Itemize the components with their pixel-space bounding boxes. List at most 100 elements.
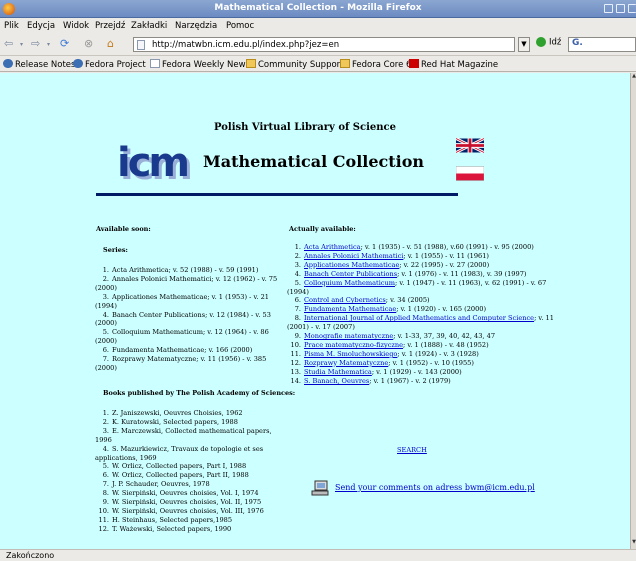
menu-narzedzia[interactable]: Narzędzia — [175, 21, 217, 31]
list-item: 3. Applicationes Mathematicae; v. 1 (1953… — [95, 293, 285, 311]
volume-range: ; v. 22 (1995) - v. 27 (2000) — [399, 260, 490, 269]
list-item: 1. Acta Arithmetica; v. 1 (1935) - v. 51 … — [287, 243, 567, 252]
journal-link[interactable]: Prace matematyczno-fizyczne — [304, 341, 403, 349]
menu-plik[interactable]: Plik — [4, 21, 19, 31]
journal-link[interactable]: International Journal of Applied Mathema… — [304, 314, 534, 322]
bookmark-red-hat-magazine[interactable]: Red Hat Magazine — [409, 59, 498, 70]
search-link[interactable]: SEARCH — [397, 446, 427, 454]
available-list: 1. Acta Arithmetica; v. 1 (1935) - v. 51 … — [287, 243, 567, 386]
journal-link[interactable]: Acta Arithmetica — [304, 243, 361, 251]
item-number: 12. — [98, 524, 110, 533]
item-number: 9. — [102, 498, 109, 507]
polish-flag-icon[interactable] — [456, 166, 484, 181]
list-item: 1. Acta Arithmetica; v. 52 (1988) - v. 59… — [95, 266, 285, 275]
volume-range: ; v. 1 (1924) - v. 3 (1928) — [397, 349, 479, 358]
vertical-scrollbar[interactable]: ▲ ▼ — [630, 73, 636, 549]
item-number: 11. — [290, 349, 302, 358]
journal-link[interactable]: Fundamenta Mathematicae — [304, 305, 396, 313]
list-item: 2. K. Kuratowski, Selected papers, 1988 — [95, 418, 285, 427]
back-button-icon[interactable]: ⇦ — [4, 37, 13, 51]
item-text: Fundamenta Mathematicae; v. 166 (2000) — [112, 346, 253, 355]
item-number: 1. — [294, 243, 301, 251]
forward-button-icon[interactable]: ⇨ — [31, 37, 40, 51]
journal-link[interactable]: Monografie matematyczne — [304, 332, 393, 340]
bookmark-fedora-project[interactable]: Fedora Project — [73, 59, 146, 70]
minimize-button[interactable] — [604, 4, 613, 13]
list-item: 1. Z. Janiszewski, Oeuvres Choisies, 1962 — [95, 409, 285, 418]
stop-icon[interactable]: ⊗ — [84, 37, 93, 51]
search-input[interactable]: G. — [568, 37, 636, 52]
list-item: 13. Studia Mathematica; v. 1 (1929) - v. … — [287, 368, 567, 377]
item-text: W. Sierpiński, Oeuvres choisies, Vol. II… — [112, 506, 264, 515]
fedora-icon — [3, 59, 13, 68]
item-text: E. Marczewski, Collected mathematical pa… — [95, 426, 272, 444]
volume-range: ; v. 1 (1967) - v. 2 (1979) — [369, 376, 451, 385]
list-item: 12. T. Ważewski, Selected papers, 1990 — [95, 525, 285, 534]
page-icon — [137, 40, 145, 50]
journal-link[interactable]: S. Banach, Oeuvres — [304, 377, 369, 385]
address-bar[interactable]: http://matwbn.icm.edu.pl/index.php?jez=e… — [133, 37, 515, 52]
journal-link[interactable]: Annales Polonici Mathematici — [304, 252, 403, 260]
red-hat-icon — [409, 59, 419, 68]
item-text: Z. Janiszewski, Oeuvres Choisies, 1962 — [112, 409, 243, 417]
item-number: 3. — [102, 426, 109, 435]
go-button[interactable]: Idź — [536, 37, 561, 52]
menu-przejdz[interactable]: Przejdź — [95, 21, 125, 31]
menu-edycja[interactable]: Edycja — [27, 21, 55, 31]
library-subtitle: Polish Virtual Library of Science — [214, 122, 396, 133]
item-number: 13. — [290, 367, 302, 376]
item-text: W. Orlicz, Collected papers, Part I, 198… — [112, 462, 247, 471]
list-item: 10. W. Sierpiński, Oeuvres choisies, Vol.… — [95, 507, 285, 516]
forward-dropdown-icon[interactable]: ▾ — [47, 41, 50, 55]
journal-link[interactable]: Colloquium Mathematicum — [304, 279, 395, 287]
bookmark-fedora-core-6[interactable]: Fedora Core 6 — [340, 59, 411, 70]
english-flag-icon[interactable] — [456, 138, 484, 153]
volume-range: ; v. 1 (1920) - v. 165 (2000) — [396, 305, 487, 314]
page-content: icm icm Polish Virtual Library of Science… — [0, 73, 630, 549]
scroll-down-icon[interactable]: ▼ — [631, 539, 636, 549]
menu-pomoc[interactable]: Pomoc — [226, 21, 254, 31]
volume-range: ; v. 1 (1952) - v. 10 (1955) — [388, 358, 474, 367]
item-number: 3. — [294, 260, 301, 269]
journal-link[interactable]: Control and Cybernetics — [304, 296, 386, 304]
list-item: 12. Rozprawy Matematyczne; v. 1 (1952) - … — [287, 359, 567, 368]
list-item: 6. Fundamenta Mathematicae; v. 166 (2000) — [95, 346, 285, 355]
menu-zakladki[interactable]: Zakładki — [131, 21, 167, 31]
reload-icon[interactable]: ⟳ — [60, 37, 69, 51]
url-history-dropdown[interactable]: ▼ — [518, 37, 530, 52]
journal-link[interactable]: Applicationes Mathematicae — [304, 261, 399, 269]
icm-logo[interactable]: icm icm — [117, 143, 193, 186]
back-dropdown-icon[interactable]: ▾ — [20, 41, 23, 55]
scroll-up-icon[interactable]: ▲ — [631, 73, 636, 83]
item-text: T. Ważewski, Selected papers, 1990 — [112, 524, 232, 533]
list-item: 2. Annales Polonici Mathematici; v. 12 (1… — [95, 275, 285, 293]
list-item: 7. Fundamenta Mathematicae; v. 1 (1920) -… — [287, 305, 567, 314]
menu-widok[interactable]: Widok — [63, 21, 89, 31]
list-item: 11. H. Steinhaus, Selected papers,1985 — [95, 516, 285, 525]
item-text: Acta Arithmetica; v. 52 (1988) - v. 59 (… — [112, 266, 259, 274]
bookmark-fedora-weekly-news[interactable]: Fedora Weekly News — [150, 59, 250, 70]
item-text: W. Sierpiński, Oeuvres choisies, Vol. II… — [112, 498, 262, 507]
list-item: 4. Banach Center Publications; v. 1 (1976… — [287, 270, 567, 279]
books-heading: Books published by The Polish Academy of… — [103, 389, 296, 397]
journal-link[interactable]: Pisma M. Smoluchowskiego — [304, 350, 397, 358]
home-icon[interactable]: ⌂ — [107, 37, 114, 51]
url-text: http://matwbn.icm.edu.pl/index.php?jez=e… — [152, 40, 340, 50]
volume-range: ; v. 1 (1976) - v. 11 (1983), v. 39 (199… — [397, 269, 527, 278]
journal-link[interactable]: Studia Mathematica — [304, 368, 372, 376]
bookmark-release-notes[interactable]: Release Notes — [3, 59, 75, 70]
series-heading: Series: — [103, 246, 128, 254]
page-title: Mathematical Collection — [203, 152, 425, 171]
list-item: 4. Banach Center Publications; v. 12 (198… — [95, 311, 285, 329]
maximize-button[interactable] — [616, 4, 625, 13]
item-number: 7. — [294, 305, 301, 314]
list-item: 6. Control and Cybernetics; v. 34 (2005) — [287, 296, 567, 305]
bookmark-community-support[interactable]: Community Support — [246, 59, 344, 70]
item-number: 6. — [102, 346, 109, 355]
journal-link[interactable]: Banach Center Publications — [304, 270, 397, 278]
journal-link[interactable]: Rozprawy Matematyczne — [304, 359, 388, 367]
close-button[interactable] — [628, 4, 636, 13]
comments-link[interactable]: Send your comments on adress bwm@icm.edu… — [335, 483, 535, 492]
item-text: K. Kuratowski, Selected papers, 1988 — [112, 417, 238, 426]
item-number: 10. — [98, 506, 110, 515]
